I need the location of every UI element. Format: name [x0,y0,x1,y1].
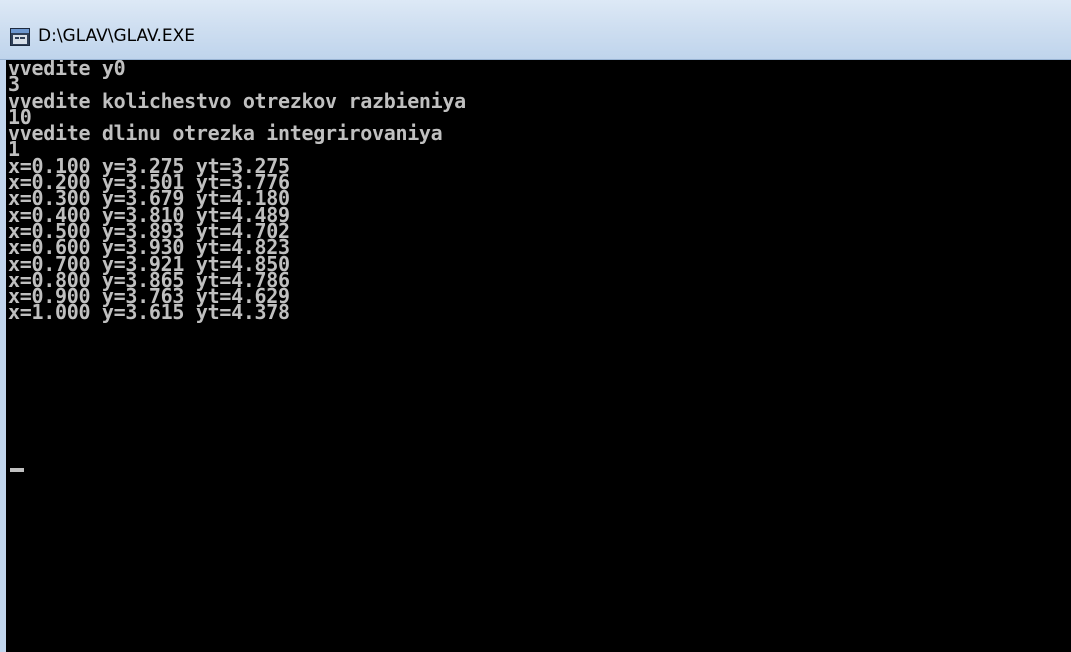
window-title: D:\GLAV\GLAV.EXE [38,26,196,46]
console-output: vvedite y0 3 vvedite kolichestvo otrezkov … [8,60,466,325]
console-line: vvedite y0 [8,60,126,80]
console-line: x=1.000 y=3.615 yt=4.378 [8,300,290,325]
console-line: vvedite dlinu otrezka integrirovaniya [8,121,443,146]
console-window-icon[interactable] [10,28,30,46]
title-bar[interactable]: D:\GLAV\GLAV.EXE [0,0,1071,60]
console-output-area[interactable]: vvedite y0 3 vvedite kolichestvo otrezkov … [0,60,1071,652]
console-window: D:\GLAV\GLAV.EXE vvedite y0 3 vvedite koli… [0,0,1071,652]
console-line: vvedite kolichestvo otrezkov razbieniya [8,88,466,113]
text-cursor [10,468,24,472]
